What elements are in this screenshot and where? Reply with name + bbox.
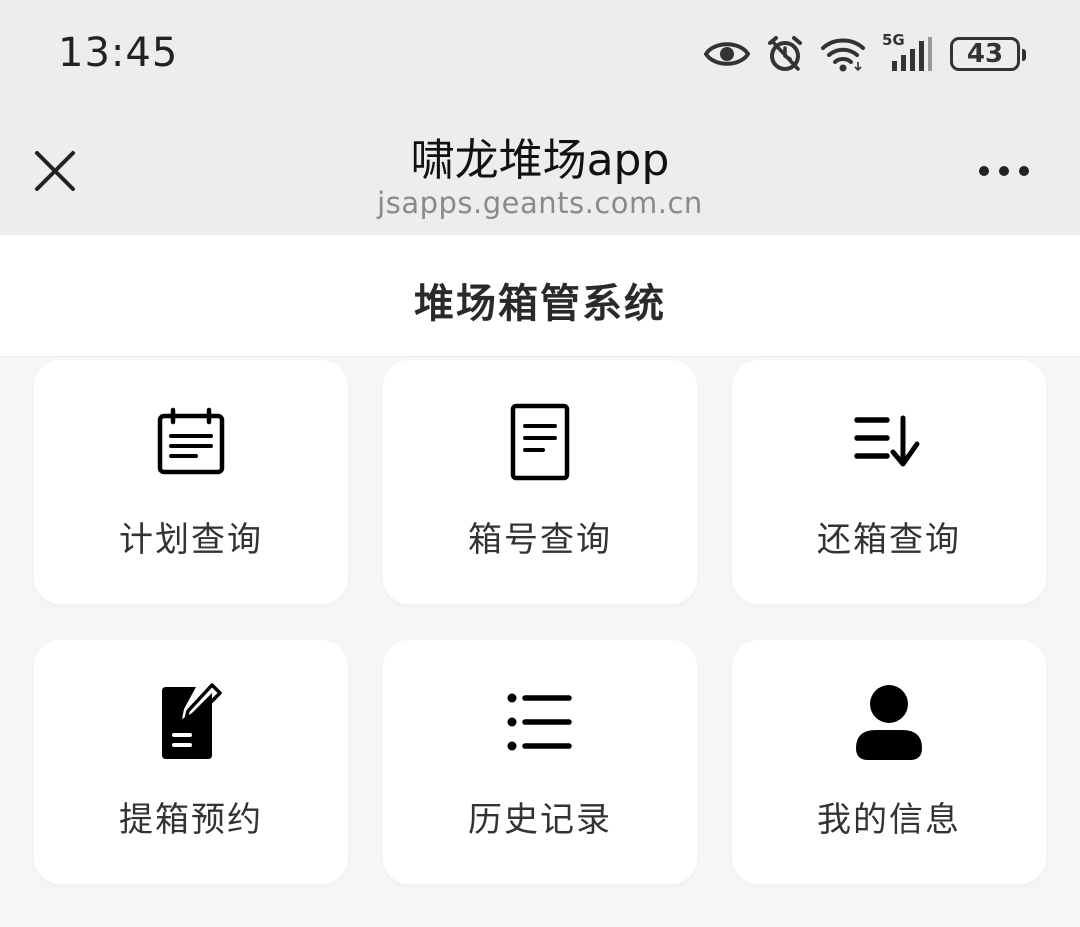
- list-icon: [500, 682, 580, 762]
- battery-icon: 43: [950, 37, 1026, 71]
- page-title: 堆场箱管系统: [414, 281, 666, 327]
- menu-plan-query[interactable]: 计划查询: [34, 360, 348, 604]
- status-time: 13:45: [58, 30, 179, 76]
- edit-note-icon: [151, 682, 231, 762]
- calendar-icon: [151, 402, 231, 482]
- nav-bar: 啸龙堆场app jsapps.geants.com.cn: [0, 110, 1080, 235]
- menu-pickup-booking[interactable]: 提箱预约: [34, 640, 348, 884]
- menu-my-info[interactable]: 我的信息: [732, 640, 1046, 884]
- signal-icon: 5G: [882, 31, 934, 73]
- alarm-icon: [766, 35, 804, 73]
- menu-return-query[interactable]: 还箱查询: [732, 360, 1046, 604]
- menu-label: 我的信息: [817, 800, 961, 840]
- menu-label: 历史记录: [468, 800, 612, 840]
- sort-down-icon: [849, 402, 929, 482]
- nav-url: jsapps.geants.com.cn: [377, 186, 703, 220]
- menu-label: 计划查询: [119, 520, 263, 560]
- status-icons: 5G 43: [704, 31, 1026, 74]
- user-icon: [849, 682, 929, 762]
- menu-label: 还箱查询: [817, 520, 961, 560]
- menu-label: 箱号查询: [468, 520, 612, 560]
- more-button[interactable]: [976, 158, 1032, 184]
- nav-title: 啸龙堆场app: [410, 135, 670, 186]
- eye-icon: [704, 38, 750, 70]
- wifi-icon: [820, 36, 866, 72]
- more-icon: [979, 166, 1029, 176]
- menu-history[interactable]: 历史记录: [383, 640, 697, 884]
- menu-label: 提箱预约: [119, 800, 263, 840]
- page-header: 堆场箱管系统: [0, 235, 1080, 357]
- document-icon: [500, 402, 580, 482]
- menu-container-query[interactable]: 箱号查询: [383, 360, 697, 604]
- battery-level: 43: [966, 39, 1004, 69]
- status-bar: 13:45 5G 43: [0, 0, 1080, 110]
